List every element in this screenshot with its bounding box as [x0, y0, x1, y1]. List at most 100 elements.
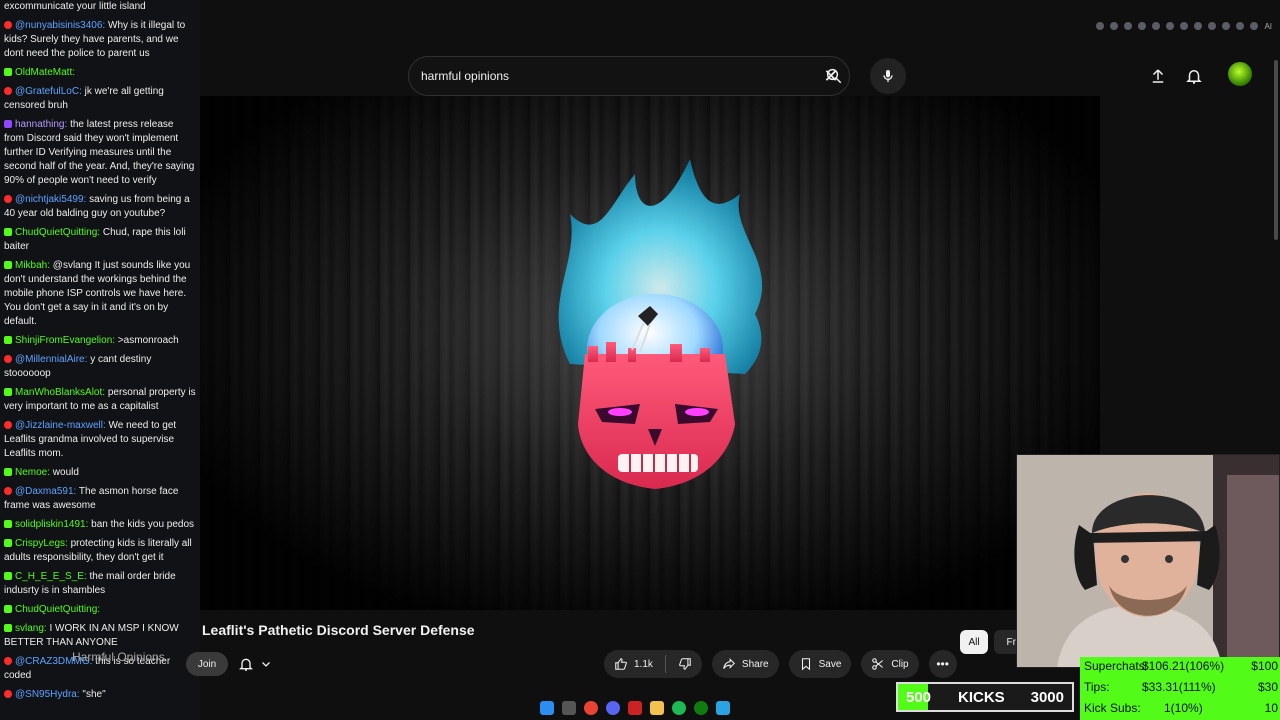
chat-username[interactable]: solidpliskin1491: [15, 519, 88, 530]
chat-username[interactable]: @GratefulLoC: [15, 86, 82, 97]
folder-icon[interactable] [650, 701, 664, 715]
chat-message: @nichtjaki5499: saving us from being a 4… [4, 193, 196, 221]
chat-username[interactable]: @MillennialAire: [15, 354, 87, 365]
chat-username[interactable]: CrispyLegs: [15, 538, 68, 549]
browser-toolbar: AI [200, 0, 1280, 40]
like-count: 1.1k [634, 658, 653, 670]
chat-username[interactable]: C_H_E_E_S_E: [15, 571, 87, 582]
chat-username[interactable]: ChudQuietQuitting: [15, 227, 100, 238]
extension-icon[interactable] [1208, 22, 1217, 30]
save-button[interactable]: Save [788, 650, 852, 678]
chat-username[interactable]: OldMateMatt: [15, 67, 75, 78]
extension-icon[interactable] [1236, 22, 1245, 30]
channel-name[interactable]: Harmful Opinions [72, 650, 165, 664]
kick-goal-bar: 500 KICKS 3000 [896, 682, 1074, 712]
extension-icons[interactable]: AI [1096, 22, 1272, 31]
chat-message: ManWhoBlanksAlot: personal property is v… [4, 386, 196, 414]
chat-username[interactable]: @nichtjaki5499: [15, 194, 86, 205]
chat-username[interactable]: @Daxma591: [15, 486, 76, 497]
chat-text: >asmonroach [117, 335, 179, 346]
chat-username[interactable]: ManWhoBlanksAlot: [15, 387, 105, 398]
chat-message: @nunyabisinis3406: Why is it illegal to … [4, 19, 196, 61]
youtube-badge-icon [4, 21, 12, 29]
voice-search-button[interactable] [870, 58, 906, 94]
thumbs-down-icon[interactable] [678, 657, 692, 671]
subscription-bell-button[interactable] [238, 652, 288, 676]
kick-subs-row: Kick Subs: 1(10%) 10 [1084, 701, 1280, 720]
extension-icon[interactable] [1250, 22, 1259, 30]
search-button[interactable] [812, 56, 856, 96]
extension-icon[interactable] [1152, 22, 1161, 30]
video-player[interactable] [200, 96, 1100, 610]
chat-username[interactable]: ChudQuietQuitting: [15, 604, 100, 615]
chat-text: ban the kids you pedos [91, 519, 195, 530]
ai-button[interactable]: AI [1264, 22, 1272, 31]
chat-message: @SN95Hydra: "she" [4, 688, 196, 702]
chat-username[interactable]: ShinjiFromEvangelion: [15, 335, 115, 346]
taskbar [540, 698, 730, 718]
chevron-down-icon [262, 662, 270, 667]
search-input[interactable]: harmful opinions ✕ [408, 56, 850, 96]
share-button[interactable]: Share [711, 650, 779, 678]
stat-value: 1(10%) [1164, 701, 1203, 715]
search-icon[interactable] [562, 701, 576, 715]
extension-icon[interactable] [1138, 22, 1147, 30]
avatar[interactable] [1228, 62, 1252, 86]
scrollbar[interactable] [1274, 60, 1278, 240]
chat-message: ChudQuietQuitting: [4, 603, 196, 617]
chat-username[interactable]: hannathing: [15, 119, 67, 130]
twitch-badge-icon [4, 120, 12, 128]
chat-message: ShinjiFromEvangelion: >asmonroach [4, 334, 196, 348]
chat-username[interactable]: Nemoe: [15, 467, 50, 478]
upload-button[interactable] [1146, 64, 1170, 88]
notifications-button[interactable] [1182, 64, 1206, 88]
more-actions-button[interactable]: ••• [928, 650, 957, 678]
chip-next[interactable]: Fr [994, 630, 1018, 654]
thumbs-up-icon [615, 658, 627, 670]
telegram-icon[interactable] [716, 701, 730, 715]
like-button[interactable]: 1.1k [604, 650, 702, 678]
webcam-overlay [1016, 454, 1280, 668]
join-button[interactable]: Join [186, 652, 228, 676]
bell-icon [1186, 70, 1202, 84]
extension-icon[interactable] [1180, 22, 1189, 30]
extension-icon[interactable] [1166, 22, 1175, 30]
extension-icon[interactable] [1124, 22, 1133, 30]
extension-icon[interactable] [1222, 22, 1231, 30]
bookmark-icon [801, 658, 810, 671]
extension-icon[interactable] [1110, 22, 1119, 30]
chat-overlay: excommunicate your little island @nunyabi… [0, 0, 200, 720]
youtube-badge-icon [4, 690, 12, 698]
app-icon[interactable] [628, 701, 642, 715]
windows-start-icon[interactable] [540, 701, 554, 715]
chat-username[interactable]: svlang: [15, 623, 47, 634]
chip-all[interactable]: All [960, 630, 988, 654]
save-label: Save [818, 658, 842, 670]
stat-label: Superchats: [1084, 659, 1149, 673]
chat-username[interactable]: @SN95Hydra: [15, 689, 80, 700]
youtube-badge-icon [4, 195, 12, 203]
chat-text: would [52, 467, 79, 478]
goal-label: KICKS [958, 689, 1005, 706]
screen: excommunicate your little island @nunyabi… [0, 0, 1280, 720]
youtube-badge-icon [4, 87, 12, 95]
discord-icon[interactable] [606, 701, 620, 715]
upload-icon [1152, 69, 1164, 83]
spotify-icon[interactable] [672, 701, 686, 715]
chat-message: @Jizzlaine-maxwell: We need to get Leafl… [4, 419, 196, 461]
donation-stats: Superchats: $106.21(106%) $100 Tips: $33… [1080, 657, 1280, 720]
chat-username[interactable]: Mikbah: [15, 260, 50, 271]
extension-icon[interactable] [1194, 22, 1203, 30]
clip-button[interactable]: Clip [861, 650, 919, 678]
chrome-icon[interactable] [584, 701, 598, 715]
chat-message: solidpliskin1491: ban the kids you pedos [4, 518, 196, 532]
kick-badge-icon [4, 539, 12, 547]
superchats-row: Superchats: $106.21(106%) $100 [1084, 659, 1280, 679]
extension-icon[interactable] [1096, 22, 1105, 30]
kick-badge-icon [4, 624, 12, 632]
chat-username[interactable]: @nunyabisinis3406: [15, 20, 105, 31]
xbox-icon[interactable] [694, 701, 708, 715]
chat-message: @Daxma591: The asmon horse face frame wa… [4, 485, 196, 513]
search-query[interactable]: harmful opinions [421, 69, 813, 83]
chat-username[interactable]: @Jizzlaine-maxwell: [15, 420, 106, 431]
